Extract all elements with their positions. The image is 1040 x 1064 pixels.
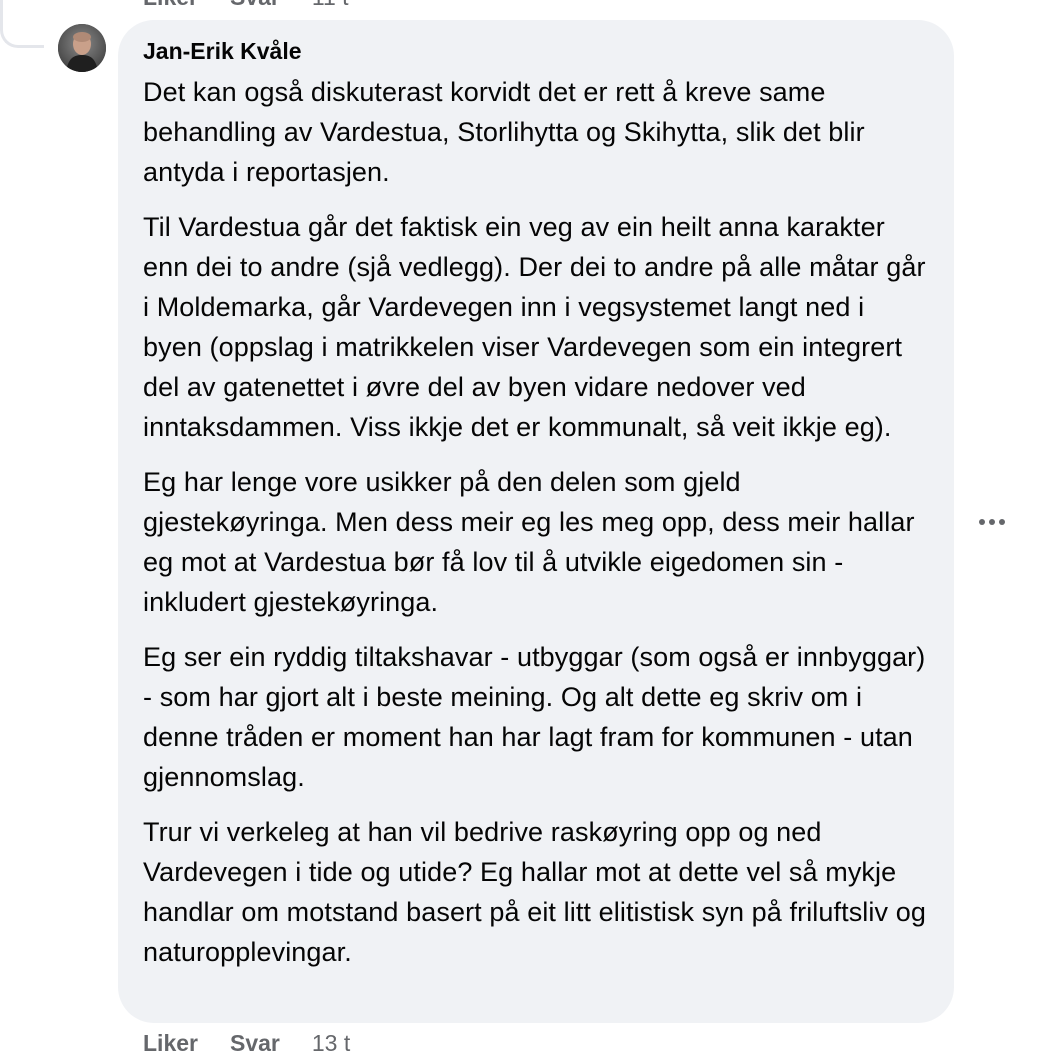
comment-bubble: Jan-Erik Kvåle Det kan også diskuterast … <box>118 20 954 1023</box>
previous-reply-button[interactable]: Svar <box>230 0 280 11</box>
comment-paragraph: Eg ser ein ryddig tiltakshavar - utbygga… <box>143 642 926 792</box>
comment-paragraph: Trur vi verkeleg at han vil bedrive rask… <box>143 817 926 967</box>
like-button[interactable]: Liker <box>143 1028 198 1058</box>
more-horizontal-icon <box>979 519 985 525</box>
previous-timestamp[interactable]: 11 t <box>312 0 349 11</box>
thread-connector-line <box>0 0 44 48</box>
comment-paragraph: Eg har lenge vore usikker på den delen s… <box>143 467 915 617</box>
comment-paragraph: Til Vardestua går det faktisk ein veg av… <box>143 212 926 442</box>
avatar[interactable] <box>58 24 106 72</box>
reply-button[interactable]: Svar <box>230 1028 280 1058</box>
avatar-photo <box>58 24 106 72</box>
more-horizontal-icon <box>999 519 1005 525</box>
comment-thread: Liker Svar 11 t Jan-Erik Kvåle Det kan o… <box>0 0 1040 1064</box>
comment-author[interactable]: Jan-Erik Kvåle <box>143 38 930 64</box>
comment-actions: Liker Svar 13 t <box>143 1028 350 1058</box>
comment-timestamp[interactable]: 13 t <box>312 1028 350 1058</box>
previous-like-button[interactable]: Liker <box>143 0 198 11</box>
previous-comment-actions: Liker Svar 11 t <box>143 0 349 11</box>
comment-paragraph: Det kan også diskuterast korvidt det er … <box>143 77 865 187</box>
more-horizontal-icon <box>989 519 995 525</box>
more-options-button[interactable] <box>974 508 1010 536</box>
